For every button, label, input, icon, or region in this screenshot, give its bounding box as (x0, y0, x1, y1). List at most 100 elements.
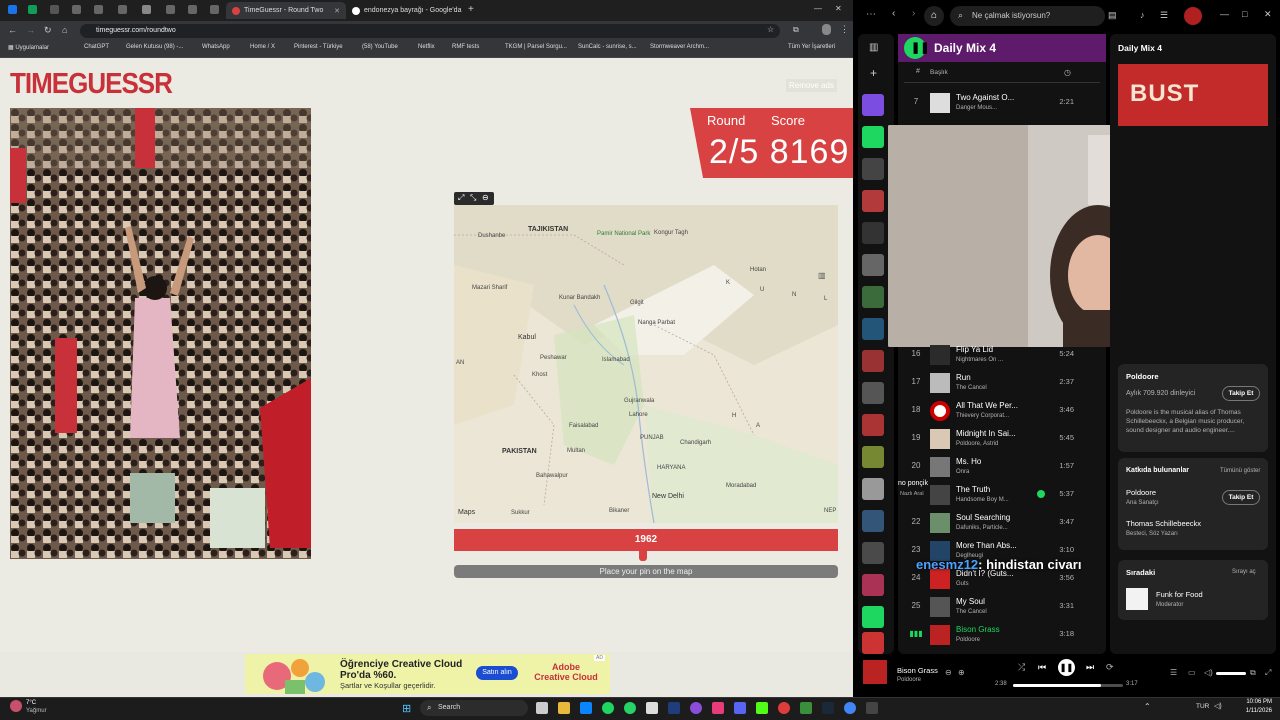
file-explorer-icon[interactable] (558, 702, 570, 714)
bookmark-item[interactable]: RMF tests (452, 44, 479, 50)
new-tab-button[interactable]: + (468, 4, 474, 15)
x-icon[interactable] (50, 5, 59, 14)
weather-text[interactable]: Yağmur (26, 708, 47, 714)
bookmark-item[interactable]: Gelen Kutusu (98) -... (126, 44, 183, 50)
volume-icon[interactable]: ◁) (1204, 668, 1213, 677)
library-item[interactable] (862, 606, 884, 628)
tray-chevron-icon[interactable]: ⌃ (1144, 702, 1151, 711)
whatsapp-icon[interactable] (624, 702, 636, 714)
tab-menu-icon[interactable] (8, 5, 17, 14)
bookmark-item[interactable]: TKGM | Parsel Sorgu... (505, 44, 567, 50)
taskbar-search[interactable]: Search (420, 700, 528, 716)
maximize-button[interactable]: □ (1242, 9, 1247, 19)
track-row[interactable]: 17 Run The Cancel 2:37 (898, 369, 1106, 397)
previous-icon[interactable]: ⏮ (1038, 662, 1046, 673)
open-queue-link[interactable]: Sırayı aç (1232, 569, 1256, 575)
browse-icon[interactable]: ▤ (1108, 10, 1117, 21)
library-item[interactable] (862, 222, 884, 244)
discord-icon[interactable] (734, 702, 746, 714)
bookmark-item[interactable]: Home / X (250, 44, 275, 50)
kick-icon[interactable] (756, 702, 768, 714)
site-logo[interactable]: TIMEGUESSR (10, 66, 173, 100)
minimize-button[interactable]: — (814, 4, 822, 13)
volume-tray-icon[interactable]: ◁) (1214, 702, 1222, 710)
bookmark-apps[interactable]: ▦ Uygulamalar (8, 44, 49, 51)
queue-track[interactable]: Funk for Food (1156, 590, 1203, 599)
library-item[interactable] (862, 542, 884, 564)
friends-icon[interactable]: ☰ (1160, 10, 1168, 21)
close-icon[interactable]: ✕ (334, 7, 340, 15)
store-icon[interactable] (580, 702, 592, 714)
place-pin-button[interactable]: Place your pin on the map (454, 565, 838, 578)
track-row[interactable]: 7 Two Against O... Danger Mous... 2:21 (898, 89, 1106, 117)
track-row-playing[interactable]: ▮▮▮ Bison Grass Poldoore 3:18 (898, 621, 1106, 649)
back-button[interactable]: ‹ (892, 8, 895, 19)
tab-timeguessr[interactable]: TimeGuessr - Round Two ✕ (226, 2, 346, 19)
steam-icon[interactable] (822, 702, 834, 714)
library-item[interactable] (862, 574, 884, 596)
shrink-icon[interactable]: ⤡ (470, 193, 476, 203)
adobe-ad-banner[interactable]: Öğrenciye Creative Cloud Pro'da %60. Şar… (245, 654, 610, 694)
spotify-search-input[interactable]: Ne çalmak istiyorsun? (950, 6, 1105, 26)
all-bookmarks[interactable]: Tüm Yer İşaretleri (788, 44, 835, 50)
track-row[interactable]: The Truth Handsome Boy M... 5:37 (898, 481, 1106, 509)
queue-icon[interactable]: ☰ (1170, 668, 1177, 677)
app-icon[interactable] (646, 702, 658, 714)
devices-icon[interactable]: ▭ (1188, 668, 1196, 677)
pinned-tab-icon[interactable] (210, 5, 219, 14)
follow-button[interactable]: Takip Et (1222, 386, 1260, 401)
chrome-icon[interactable] (844, 702, 856, 714)
year-slider[interactable]: 1962 (454, 529, 838, 551)
library-item[interactable] (862, 126, 884, 148)
library-item[interactable] (862, 510, 884, 532)
forward-button[interactable]: › (912, 8, 915, 19)
bookmark-item[interactable]: ChatGPT (84, 44, 109, 50)
track-row[interactable]: 22 Soul Searching Dafuniks, Particle... 3:4… (898, 509, 1106, 537)
library-icon[interactable]: ▥ (869, 42, 878, 53)
collapse-icon[interactable]: ⊖ (482, 193, 489, 202)
liked-songs-icon[interactable] (862, 94, 884, 116)
task-view-icon[interactable] (536, 702, 548, 714)
repeat-icon[interactable]: ⟳ (1106, 662, 1114, 673)
language-indicator[interactable]: TUR (1196, 703, 1209, 710)
track-row[interactable]: 25 My Soul The Cancel 3:31 (898, 593, 1106, 621)
star-icon[interactable]: ☆ (767, 25, 774, 34)
pause-button[interactable]: ❚❚ (1058, 659, 1075, 676)
remove-ads-button[interactable]: Remove ads (786, 79, 837, 92)
weather-icon[interactable] (10, 700, 22, 712)
pinned-tab-icon[interactable] (28, 5, 37, 14)
layers-icon[interactable]: ▥ (818, 271, 826, 280)
library-item[interactable] (862, 382, 884, 404)
forward-button[interactable]: → (26, 25, 35, 35)
library-item[interactable] (862, 286, 884, 308)
library-item[interactable] (862, 478, 884, 500)
close-window-button[interactable]: ✕ (835, 4, 842, 13)
app-icon[interactable] (800, 702, 812, 714)
home-icon[interactable]: ⌂ (924, 6, 944, 26)
library-item[interactable] (862, 446, 884, 468)
weather-temp[interactable]: 7°C (26, 700, 36, 706)
show-all-link[interactable]: Tümünü göster (1220, 468, 1260, 474)
app-icon[interactable] (712, 702, 724, 714)
artist-name[interactable]: Poldoore (1126, 372, 1159, 381)
bookmark-item[interactable]: (58) YouTube (362, 44, 398, 50)
ad-buy-button[interactable]: Satın alın (476, 666, 518, 680)
expand-icon[interactable]: ⤢ (458, 193, 464, 203)
app-icon[interactable] (690, 702, 702, 714)
app-icon[interactable] (778, 702, 790, 714)
pause-button[interactable]: ❚❚ (904, 37, 929, 59)
track-row[interactable]: 20 Ms. Ho Onra 1:57 (898, 453, 1106, 481)
add-icon[interactable]: ⊕ (958, 668, 965, 677)
remove-icon[interactable]: ⊖ (945, 668, 952, 677)
saved-check-icon[interactable] (1037, 490, 1045, 498)
bookmark-item[interactable]: Pinterest - Türkiye (294, 44, 343, 50)
tab-google[interactable]: endonezya bayrağı - Google'da ✕ (346, 2, 464, 19)
bookmark-item[interactable]: SunCalc - sunrise, s... (578, 44, 637, 50)
minimize-button[interactable]: — (1220, 9, 1229, 19)
back-button[interactable]: ← (8, 25, 17, 35)
library-item[interactable] (862, 414, 884, 436)
track-row[interactable]: 19 Midnight In Sai... Poldoore, Astrid 5:45 (898, 425, 1106, 453)
year-slider-handle[interactable] (639, 551, 647, 561)
contributor-name[interactable]: Thomas Schillebeeckx (1126, 519, 1201, 528)
library-item[interactable] (862, 318, 884, 340)
